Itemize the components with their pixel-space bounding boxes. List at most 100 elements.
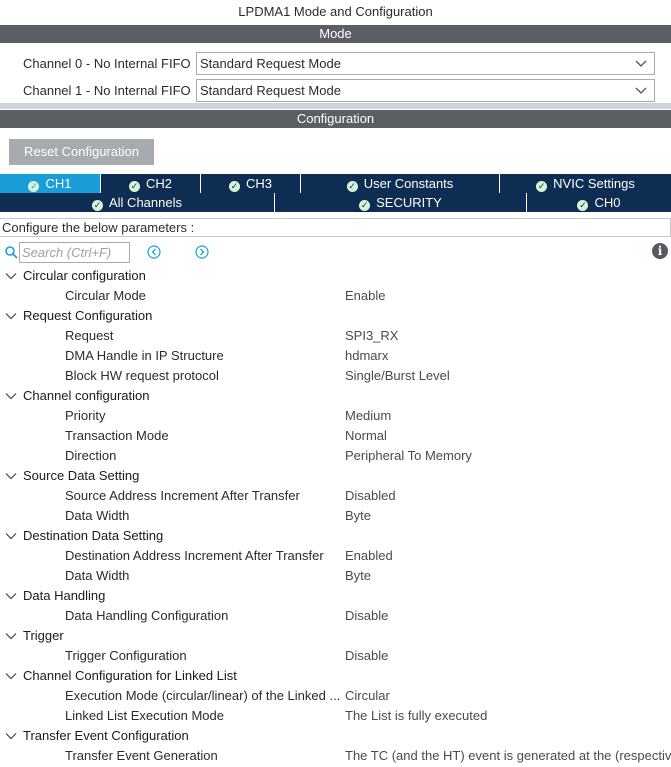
check-circle-icon: ✓ [346, 181, 358, 192]
chevron-down-icon[interactable] [5, 270, 17, 282]
parameter-value: Byte [345, 508, 372, 523]
parameter-value: The TC (and the HT) event is generated a… [345, 748, 671, 763]
check-circle-icon: ✓ [359, 200, 371, 211]
tree-group[interactable]: Request Configuration [0, 306, 671, 326]
parameter-row[interactable]: Block HW request protocol Single/Burst L… [0, 366, 671, 386]
parameter-row[interactable]: Data Width Byte [0, 566, 671, 586]
tree-group[interactable]: Channel Configuration for Linked List [0, 666, 671, 686]
parameter-value: Peripheral To Memory [345, 448, 472, 463]
parameter-tree: Circular configuration Circular Mode Ena… [0, 266, 671, 766]
parameter-name: Request [65, 328, 114, 343]
mode-section-header: Mode [0, 25, 671, 43]
tree-group[interactable]: Destination Data Setting [0, 526, 671, 546]
tree-group[interactable]: Source Data Setting [0, 466, 671, 486]
parameter-row[interactable]: Priority Medium [0, 406, 671, 426]
tab-user-constants-label: User Constants [363, 176, 454, 191]
tab-all-channels-label: All Channels [109, 195, 182, 210]
chevron-down-icon[interactable] [5, 390, 17, 402]
channel-0-row: Channel 0 - No Internal FIFO Standard Re… [0, 52, 671, 76]
parameter-value: The List is fully executed [345, 708, 488, 723]
chevron-down-icon[interactable] [5, 670, 17, 682]
parameter-row[interactable]: Linked List Execution Mode The List is f… [0, 706, 671, 726]
channel-1-mode-select[interactable]: Standard Request Mode [196, 79, 655, 102]
parameter-name: Execution Mode (circular/linear) of the … [65, 688, 341, 703]
group-label: Destination Data Setting [23, 528, 164, 543]
tree-group[interactable]: Transfer Event Configuration [0, 726, 671, 746]
tab-security[interactable]: ✓ SECURITY [275, 193, 527, 212]
chevron-down-icon[interactable] [5, 590, 17, 602]
tab-ch1-label: CH1 [45, 176, 72, 191]
window-title: LPDMA1 Mode and Configuration [238, 4, 433, 19]
tree-group[interactable]: Trigger [0, 626, 671, 646]
parameter-value: SPI3_RX [345, 328, 399, 343]
parameter-name: Data Width [65, 568, 130, 583]
parameter-value: Circular [345, 688, 390, 703]
tree-group[interactable]: Data Handling [0, 586, 671, 606]
check-circle-icon: ✓ [28, 181, 40, 192]
search-input[interactable] [19, 242, 130, 263]
arrow-right-circle-icon[interactable] [195, 245, 209, 259]
parameter-name: Trigger Configuration [65, 648, 187, 663]
arrow-left-circle-icon[interactable] [147, 245, 161, 259]
tab-nvic-settings[interactable]: ✓ NVIC Settings [500, 174, 671, 193]
parameter-name: Data Handling Configuration [65, 608, 229, 623]
parameter-row[interactable]: Transaction Mode Normal [0, 426, 671, 446]
tabs-row-2: ✓ All Channels ✓ SECURITY ✓ CH0 [0, 193, 671, 212]
tab-all-channels[interactable]: ✓ All Channels [0, 193, 275, 212]
parameter-row[interactable]: Destination Address Increment After Tran… [0, 546, 671, 566]
parameter-row[interactable]: Data Width Byte [0, 506, 671, 526]
channel-0-mode-select[interactable]: Standard Request Mode [196, 52, 655, 75]
tab-ch1[interactable]: ✓ CH1 [0, 174, 101, 193]
tab-ch2[interactable]: ✓ CH2 [101, 174, 201, 193]
parameter-name: Linked List Execution Mode [65, 708, 224, 723]
search-icon[interactable] [4, 245, 18, 259]
parameter-name: Destination Address Increment After Tran… [65, 548, 324, 563]
chevron-down-icon [635, 60, 647, 67]
parameter-name: DMA Handle in IP Structure [65, 348, 224, 363]
group-label: Channel configuration [23, 388, 150, 403]
parameter-row[interactable]: Transfer Event Generation The TC (and th… [0, 746, 671, 766]
chevron-down-icon[interactable] [5, 530, 17, 542]
tree-group[interactable]: Channel configuration [0, 386, 671, 406]
parameter-row[interactable]: Source Address Increment After Transfer … [0, 486, 671, 506]
tab-user-constants[interactable]: ✓ User Constants [301, 174, 500, 193]
parameter-value: hdmarx [345, 348, 389, 363]
parameter-row[interactable]: Execution Mode (circular/linear) of the … [0, 686, 671, 706]
parameter-value: Disable [345, 608, 389, 623]
channel-0-mode-value: Standard Request Mode [200, 56, 341, 71]
chevron-down-icon[interactable] [5, 470, 17, 482]
parameter-row[interactable]: Circular Mode Enable [0, 286, 671, 306]
parameter-row[interactable]: Trigger Configuration Disable [0, 646, 671, 666]
parameter-value: Medium [345, 408, 392, 423]
parameter-name: Transaction Mode [65, 428, 169, 443]
tab-ch3[interactable]: ✓ CH3 [201, 174, 301, 193]
parameter-row[interactable]: Request SPI3_RX [0, 326, 671, 346]
parameter-name: Data Width [65, 508, 130, 523]
parameter-row[interactable]: DMA Handle in IP Structure hdmarx [0, 346, 671, 366]
check-circle-icon: ✓ [128, 181, 140, 192]
configuration-section-header: Configuration [0, 110, 671, 128]
check-circle-icon: ✓ [577, 200, 589, 211]
chevron-down-icon[interactable] [5, 310, 17, 322]
channel-1-label: Channel 1 - No Internal FIFO [23, 83, 191, 98]
chevron-down-icon[interactable] [5, 630, 17, 642]
tab-ch0[interactable]: ✓ CH0 [527, 193, 671, 212]
tab-security-label: SECURITY [376, 195, 442, 210]
parameter-value: Enabled [345, 548, 393, 563]
tab-ch3-label: CH3 [245, 176, 272, 191]
tab-nvic-settings-label: NVIC Settings [553, 176, 635, 191]
parameter-row[interactable]: Direction Peripheral To Memory [0, 446, 671, 466]
group-label: Channel Configuration for Linked List [23, 668, 237, 683]
check-circle-icon: ✓ [228, 181, 240, 192]
tree-group[interactable]: Circular configuration [0, 266, 671, 286]
parameter-name: Source Address Increment After Transfer [65, 488, 300, 503]
instruction-text: Configure the below parameters : [0, 218, 671, 237]
parameter-value: Normal [345, 428, 387, 443]
chevron-down-icon[interactable] [5, 730, 17, 742]
group-label: Request Configuration [23, 308, 153, 323]
parameter-name: Circular Mode [65, 288, 146, 303]
group-label: Circular configuration [23, 268, 146, 283]
parameter-row[interactable]: Data Handling Configuration Disable [0, 606, 671, 626]
info-icon[interactable]: i [652, 243, 668, 259]
reset-configuration-button[interactable]: Reset Configuration [9, 139, 154, 165]
